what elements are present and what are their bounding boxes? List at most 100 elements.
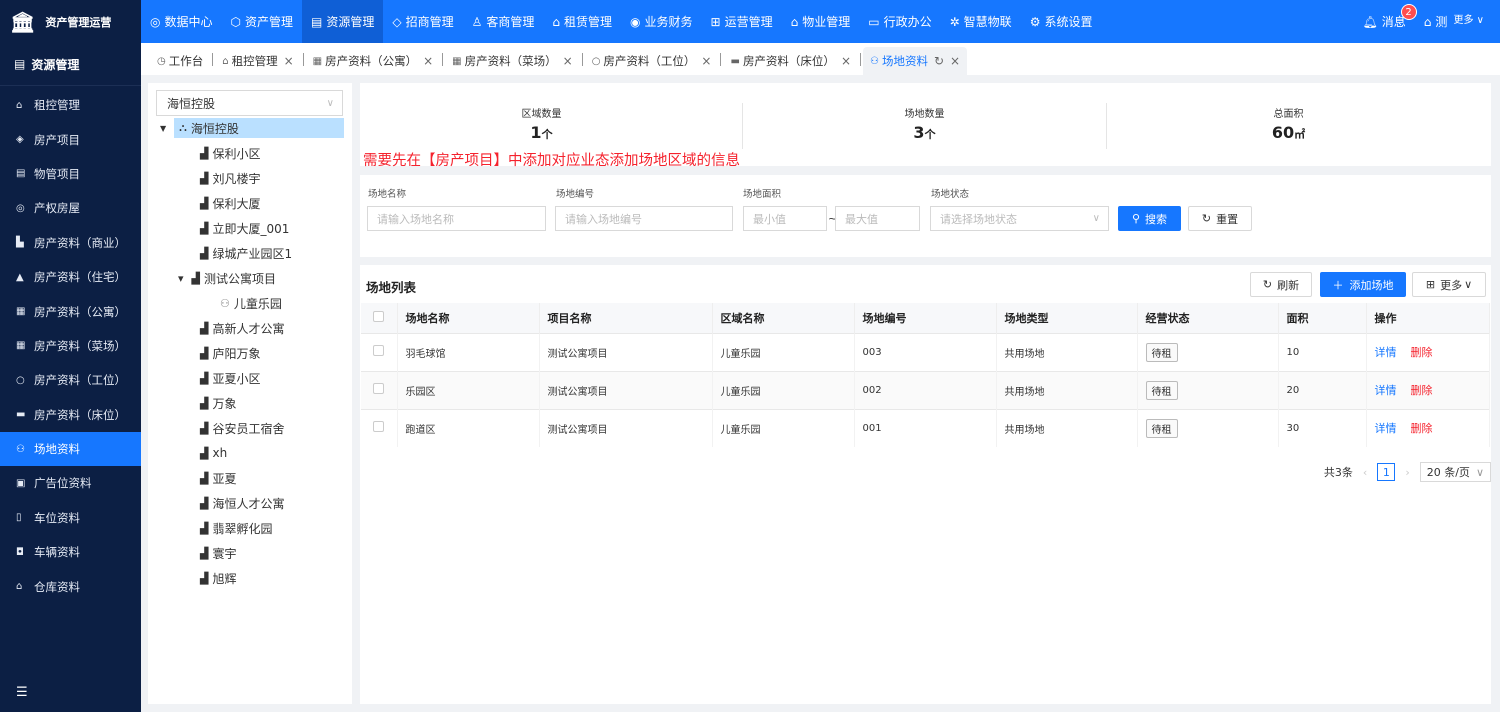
close-icon[interactable]: × (563, 54, 573, 68)
tree-node[interactable]: ▟ 刘凡楼宇 (200, 168, 260, 188)
nav-icon: ◇ (392, 14, 402, 29)
site-status-select[interactable]: 请选择场地状态 ∨ (930, 206, 1109, 231)
tree-node[interactable]: ▟ 谷安员工宿舍 (200, 418, 284, 438)
sidebar-item[interactable]: ▙ 房产资料（商业） (0, 226, 141, 260)
org-select[interactable]: 海恒控股 ∨ (156, 90, 343, 116)
site-code-input[interactable]: 请输入场地编号 (555, 206, 733, 231)
tree-node[interactable]: ▟ 庐阳万象 (200, 343, 260, 363)
close-icon[interactable]: × (950, 54, 960, 68)
tree-node[interactable]: ▟ xh (200, 443, 227, 463)
select-all-checkbox[interactable] (361, 303, 398, 333)
top-bar: 🏛 资产管理运营 ◎ 数据中心 ⬡ 资产管理 ▤ 资源管理 ◇ 招商管理 ♙ 客商管理 ⌂ 租赁管理 ◉… (0, 0, 1500, 43)
row-checkbox[interactable] (361, 370, 398, 409)
app-logo[interactable]: 🏛 资产管理运营 (0, 0, 141, 43)
reset-button[interactable]: ↻ 重置 (1188, 206, 1252, 231)
delete-link[interactable]: 删除 (1411, 346, 1433, 359)
close-icon[interactable]: × (701, 54, 711, 68)
row-checkbox[interactable] (361, 408, 398, 447)
bank-icon: 🏛 (10, 9, 36, 34)
sidebar-item[interactable]: ⌂ 仓库资料 (0, 569, 141, 603)
topnav-item[interactable]: ⊞ 运营管理 (702, 0, 782, 43)
area-min-input[interactable]: 最小值 (743, 206, 827, 231)
tree-node[interactable]: ▟ 翡翠孵化园 (200, 518, 272, 538)
tree-node-label: 儿童乐园 (233, 296, 282, 311)
close-icon[interactable]: × (284, 54, 294, 68)
add-site-button[interactable]: ＋添加场地 (1320, 272, 1406, 297)
tree-node[interactable]: ▟ 绿城产业园区1 (200, 243, 292, 263)
sidebar-item[interactable]: ▣ 广告位资料 (0, 466, 141, 500)
tree-node[interactable]: ▟ 万象 (200, 393, 236, 413)
tab-item[interactable]: ○ 房产资料（工位） × (585, 47, 719, 75)
next-page-icon[interactable]: › (1405, 466, 1409, 479)
sidebar-item[interactable]: ⚇ 场地资料 (0, 431, 141, 467)
tab-item[interactable]: ▬ 房产资料（床位） × (723, 47, 858, 75)
tree-node[interactable]: ▟ 保利小区 (200, 143, 260, 163)
detail-link[interactable]: 详情 (1375, 422, 1397, 435)
tree-root-node[interactable]: ▼ ⛬ 海恒控股 (160, 118, 344, 138)
topnav-item[interactable]: ◉ 业务财务 (621, 0, 702, 43)
refresh-button[interactable]: ↻ 刷新 (1250, 272, 1312, 297)
close-icon[interactable]: × (841, 54, 851, 68)
pagination: 共3条 ‹ 1 › 20 条/页 ∨ (1324, 462, 1491, 482)
sidebar-item[interactable]: ▲ 房产资料（住宅） (0, 260, 141, 294)
tree-node[interactable]: ▟ 亚夏 (200, 468, 236, 488)
delete-link[interactable]: 删除 (1411, 422, 1433, 435)
topnav-item[interactable]: ▤ 资源管理 (302, 0, 384, 43)
topnav-item[interactable]: ♙ 客商管理 (463, 0, 544, 43)
tree-node[interactable]: ▟ 海恒人才公寓 (200, 493, 284, 513)
tree-node[interactable]: ▾ ▟ 测试公寓项目 (178, 268, 276, 288)
sidebar-item[interactable]: ▤ 物管项目 (0, 157, 141, 191)
tab-item[interactable]: ◷ 工作台 (150, 47, 210, 75)
sidebar-item[interactable]: ⌂ 租控管理 (0, 88, 141, 122)
tab-item[interactable]: ⌂ 租控管理 × (215, 47, 300, 75)
topnav-item[interactable]: ✲ 智慧物联 (941, 0, 1021, 43)
page-size-select[interactable]: 20 条/页 ∨ (1419, 462, 1491, 482)
tree-node[interactable]: ▟ 寰宇 (200, 543, 236, 563)
area-max-input[interactable]: 最大值 (835, 206, 920, 231)
row-checkbox[interactable] (361, 332, 398, 371)
topnav-item[interactable]: ⌂ 物业管理 (782, 0, 860, 43)
more-actions-button[interactable]: ⊞ 更多 ∨ (1412, 272, 1486, 297)
prev-page-icon[interactable]: ‹ (1363, 466, 1367, 479)
sidebar-item[interactable]: ◘ 车辆资料 (0, 535, 141, 569)
search-button[interactable]: ⚲ 搜索 (1118, 206, 1181, 231)
sidebar-item[interactable]: ▦ 房产资料（菜场） (0, 329, 141, 363)
tree-node-label: 保利小区 (212, 146, 261, 161)
sidebar-item[interactable]: ▬ 房产资料（床位） (0, 398, 141, 432)
building-icon: ▟ (200, 546, 209, 560)
close-icon[interactable]: × (423, 54, 433, 68)
sidebar-item[interactable]: ▦ 房产资料（公寓） (0, 294, 141, 328)
tree-node[interactable]: ▟ 立即大厦_001 (200, 218, 289, 238)
tree-node-label: 万象 (212, 396, 237, 411)
tree-node[interactable]: ▟ 高新人才公寓 (200, 318, 284, 338)
tab-item[interactable]: ▦ 房产资料（菜场） × (445, 47, 580, 75)
sidebar-item-icon: ○ (16, 374, 25, 386)
topnav-item[interactable]: ◇ 招商管理 (383, 0, 462, 43)
sidebar-item[interactable]: ◈ 房产项目 (0, 122, 141, 156)
site-name-input[interactable]: 请输入场地名称 (367, 206, 546, 231)
topnav-item[interactable]: ⬡ 资产管理 (222, 0, 303, 43)
more-tabs-button[interactable]: 更多 ∨ (1447, 9, 1490, 28)
tree-node[interactable]: ▟ 亚夏小区 (200, 368, 260, 388)
page-1[interactable]: 1 (1377, 463, 1396, 481)
sidebar-item[interactable]: ◎ 产权房屋 (0, 191, 141, 225)
topnav-item[interactable]: ⌂ 租赁管理 (543, 0, 621, 43)
tree-node[interactable]: ▟ 旭辉 (200, 568, 236, 588)
topnav-item[interactable]: ◎ 数据中心 (141, 0, 222, 43)
delete-link[interactable]: 删除 (1411, 384, 1433, 397)
building-icon: ▟ (200, 171, 209, 185)
detail-link[interactable]: 详情 (1375, 384, 1397, 397)
tab-item[interactable]: ▦ 房产资料（公寓） × (306, 47, 441, 75)
stats-panel: 区域数量 1个 场地数量 3个 总面积 60㎡ 需要先在【房产项目】中添加对应业… (360, 83, 1491, 169)
tree-node[interactable]: ▟ 保利大厦 (200, 193, 260, 213)
topnav-item[interactable]: ⚙ 系统设置 (1021, 0, 1102, 43)
messages-button[interactable]: 🔔︎ 消息 2 (1363, 4, 1417, 30)
topnav-item[interactable]: ▭ 行政办公 (859, 0, 940, 43)
tab-item[interactable]: ⚇ 场地资料 ↻ × (863, 47, 968, 75)
collapse-menu-icon[interactable]: ☰ (16, 685, 28, 700)
sidebar-item[interactable]: ○ 房产资料（工位） (0, 363, 141, 397)
detail-link[interactable]: 详情 (1375, 346, 1397, 359)
sidebar-item[interactable]: ▯ 车位资料 (0, 501, 141, 535)
tree-node[interactable]: ⚇ 儿童乐园 (220, 293, 282, 313)
refresh-icon[interactable]: ↻ (934, 54, 944, 68)
